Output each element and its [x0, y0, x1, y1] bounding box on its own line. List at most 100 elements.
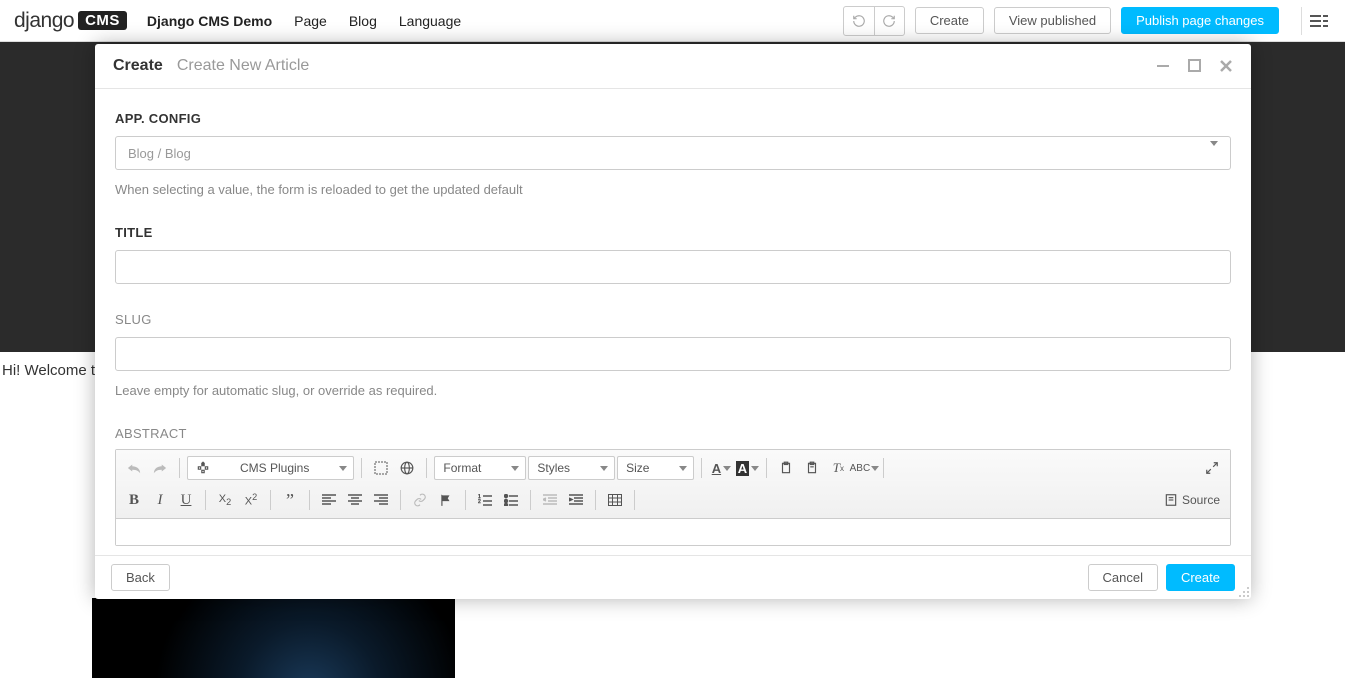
align-center-icon	[348, 494, 362, 506]
paste-button[interactable]	[774, 456, 798, 480]
cancel-button[interactable]: Cancel	[1088, 564, 1158, 591]
editor-maximize-button[interactable]	[1200, 456, 1224, 480]
size-label: Size	[626, 461, 649, 475]
text-color-button[interactable]: A	[709, 456, 733, 480]
structure-icon	[1310, 14, 1328, 28]
logo[interactable]: django CMS	[14, 9, 127, 33]
globe-button[interactable]	[395, 456, 419, 480]
close-button[interactable]	[1219, 59, 1233, 73]
source-button[interactable]: Source	[1160, 493, 1224, 507]
editor-content-area[interactable]	[116, 519, 1230, 545]
logo-text-cms: CMS	[78, 11, 127, 30]
chevron-down-icon	[751, 466, 759, 471]
blockquote-button[interactable]: ”	[278, 488, 302, 512]
ol-icon: 12	[478, 494, 492, 506]
flag-icon	[439, 493, 453, 507]
plugin-icon	[196, 461, 210, 475]
app-config-value: Blog / Blog	[128, 146, 191, 161]
logo-text-django: django	[14, 9, 74, 33]
breadcrumb-root[interactable]: Create	[113, 57, 163, 75]
spellcheck-button[interactable]: ABC	[852, 456, 876, 480]
breadcrumb-current: Create New Article	[177, 57, 310, 75]
outdent-icon	[543, 494, 557, 506]
link-icon	[413, 493, 427, 507]
styles-combo[interactable]: Styles	[528, 456, 615, 480]
redo-icon	[153, 462, 167, 474]
app-config-help: When selecting a value, the form is relo…	[115, 182, 1231, 197]
show-blocks-icon	[374, 461, 388, 475]
minimize-icon	[1156, 59, 1170, 73]
modal-create-button[interactable]: Create	[1166, 564, 1235, 591]
format-combo[interactable]: Format	[434, 456, 526, 480]
subscript-button[interactable]: X2	[213, 488, 237, 512]
chevron-down-icon	[1210, 146, 1218, 161]
align-right-button[interactable]	[369, 488, 393, 512]
chevron-down-icon	[679, 466, 687, 471]
paste-text-button[interactable]	[800, 456, 824, 480]
anchor-button[interactable]	[434, 488, 458, 512]
structure-toggle[interactable]	[1301, 7, 1335, 35]
maximize-button[interactable]	[1188, 59, 1201, 73]
italic-button[interactable]: I	[148, 488, 172, 512]
modal-body[interactable]: App. Config Blog / Blog When selecting a…	[95, 89, 1251, 555]
publish-button[interactable]: Publish page changes	[1121, 7, 1279, 34]
editor-undo-button[interactable]	[122, 456, 146, 480]
minimize-button[interactable]	[1156, 59, 1170, 73]
undo-button[interactable]	[844, 7, 874, 35]
table-icon	[608, 494, 622, 506]
close-icon	[1219, 59, 1233, 73]
rich-text-editor: CMS Plugins Format Styles Size A A	[115, 449, 1231, 546]
view-published-button[interactable]: View published	[994, 7, 1111, 34]
abstract-label: Abstract	[115, 426, 1231, 441]
editor-redo-button[interactable]	[148, 456, 172, 480]
window-controls	[1156, 59, 1233, 73]
chevron-down-icon	[723, 466, 731, 471]
indent-button[interactable]	[564, 488, 588, 512]
app-config-select[interactable]: Blog / Blog	[115, 136, 1231, 170]
table-button[interactable]	[603, 488, 627, 512]
outdent-button[interactable]	[538, 488, 562, 512]
create-button[interactable]: Create	[915, 7, 984, 34]
menu-item-language[interactable]: Language	[399, 13, 461, 29]
align-left-button[interactable]	[317, 488, 341, 512]
ul-icon	[504, 494, 518, 506]
format-label: Format	[443, 461, 481, 475]
app-config-label: App. Config	[115, 111, 1231, 126]
modal: Create Create New Article App. Config Bl…	[95, 44, 1251, 599]
show-blocks-button[interactable]	[369, 456, 393, 480]
welcome-text: Hi! Welcome to	[2, 362, 103, 379]
menu-item-blog[interactable]: Blog	[349, 13, 377, 29]
bold-button[interactable]: B	[122, 488, 146, 512]
indent-icon	[569, 494, 583, 506]
top-toolbar: django CMS Django CMS Demo Page Blog Lan…	[0, 0, 1345, 42]
content-image	[92, 598, 455, 678]
size-combo[interactable]: Size	[617, 456, 694, 480]
history-group	[843, 6, 905, 36]
title-input[interactable]	[115, 250, 1231, 284]
styles-label: Styles	[537, 461, 570, 475]
source-icon	[1164, 493, 1178, 507]
bg-color-button[interactable]: A	[735, 456, 759, 480]
expand-icon	[1205, 461, 1219, 475]
paste-text-icon	[805, 461, 819, 475]
menu-item-page[interactable]: Page	[294, 13, 327, 29]
menu-item-site[interactable]: Django CMS Demo	[147, 13, 272, 29]
superscript-button[interactable]: X2	[239, 488, 263, 512]
numbered-list-button[interactable]: 12	[473, 488, 497, 512]
slug-input[interactable]	[115, 337, 1231, 371]
top-right-controls: Create View published Publish page chang…	[843, 6, 1335, 36]
underline-button[interactable]: U	[174, 488, 198, 512]
link-button[interactable]	[408, 488, 432, 512]
cms-plugins-combo[interactable]: CMS Plugins	[187, 456, 354, 480]
title-label: Title	[115, 225, 1231, 240]
globe-icon	[400, 461, 414, 475]
align-center-button[interactable]	[343, 488, 367, 512]
remove-format-button[interactable]: Tx	[826, 456, 850, 480]
editor-toolbar: CMS Plugins Format Styles Size A A	[116, 450, 1230, 519]
resize-icon	[1238, 586, 1250, 598]
bullet-list-button[interactable]	[499, 488, 523, 512]
resize-handle[interactable]	[1238, 586, 1250, 598]
redo-button[interactable]	[874, 7, 904, 35]
toolbar-row-2: B I U X2 X2 ” 12	[122, 486, 1224, 514]
back-button[interactable]: Back	[111, 564, 170, 591]
